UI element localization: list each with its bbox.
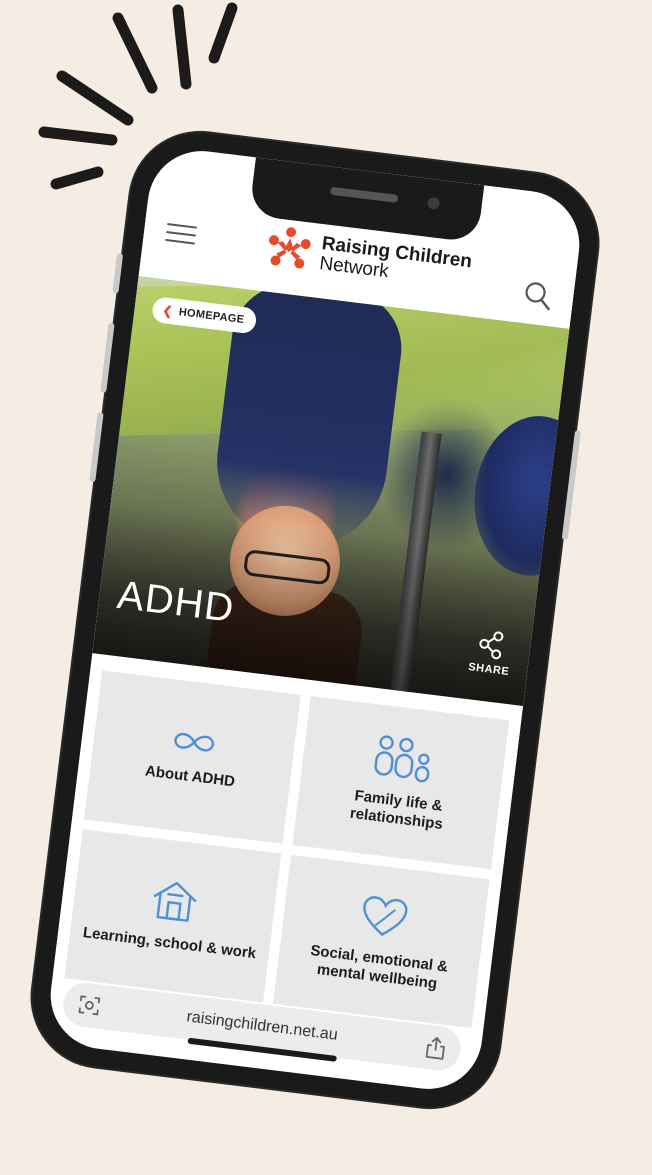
back-label: HOMEPAGE [178, 306, 245, 327]
share-button[interactable]: SHARE [468, 627, 514, 678]
phone-screen: Raising Children Network ❮ HOMEPAGE ADHD… [44, 144, 586, 1096]
camera-scan-icon[interactable] [76, 992, 103, 1019]
hero-banner: ❮ HOMEPAGE ADHD SHARE [92, 275, 570, 706]
share-icon [479, 631, 504, 660]
raising-children-logo-icon [268, 227, 311, 269]
family-icon [374, 735, 430, 783]
heart-icon [363, 896, 408, 936]
tile-label: About ADHD [144, 762, 236, 791]
stage: Raising Children Network ❮ HOMEPAGE ADHD… [0, 0, 652, 1175]
browser-share-icon[interactable] [423, 1035, 448, 1062]
tile-about-adhd[interactable]: About ADHD [83, 670, 301, 844]
phone-silent-switch [112, 253, 124, 294]
topic-tiles: About ADHD Family life & relationships L… [64, 670, 510, 1029]
tile-label: Social, emotional & mental wellbeing [309, 941, 449, 993]
tile-family-life[interactable]: Family life & relationships [292, 696, 510, 870]
chevron-left-icon: ❮ [161, 303, 174, 319]
phone-volume-down [89, 411, 104, 483]
notch-speaker [329, 186, 399, 203]
phone-frame: Raising Children Network ❮ HOMEPAGE ADHD… [24, 124, 606, 1116]
phone-power-button [561, 430, 582, 541]
infinity-icon [174, 732, 215, 752]
logo-text: Raising Children Network [318, 233, 473, 292]
notch-camera [426, 196, 441, 211]
tile-social-emotional[interactable]: Social, emotional & mental wellbeing [272, 854, 490, 1029]
tile-label: Learning, school & work [82, 924, 258, 963]
school-house-icon [153, 881, 197, 922]
search-icon[interactable] [521, 279, 554, 312]
tile-label: Family life & relationships [348, 787, 444, 834]
tile-learning-school-work[interactable]: Learning, school & work [64, 829, 282, 1003]
hamburger-icon[interactable] [165, 217, 198, 246]
phone-volume-up [100, 322, 115, 393]
